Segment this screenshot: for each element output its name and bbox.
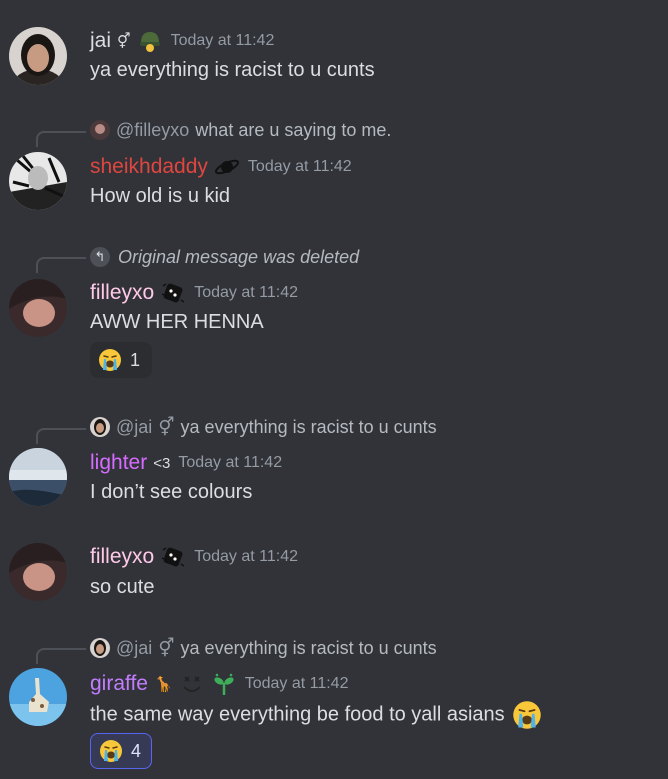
reply-avatar (90, 120, 110, 140)
username[interactable]: sheikhdaddy (90, 155, 208, 179)
crying-face-icon (99, 349, 121, 371)
timestamp: Today at 11:42 (178, 454, 283, 471)
avatar[interactable] (9, 152, 67, 210)
reply-username-suffix: ⚥ (158, 637, 175, 658)
reaction-count: 4 (131, 740, 142, 761)
username-emoji: 🦒 (154, 676, 173, 693)
planet-icon (214, 154, 240, 180)
reply-preview[interactable]: @filleyxo what are u saying to me. (90, 119, 391, 141)
message-text: the same way everything be food to yall … (90, 703, 505, 726)
crying-face-icon (513, 701, 541, 729)
reply-username[interactable]: @jai (116, 638, 152, 659)
message-content: so cute (90, 576, 155, 598)
chat-message-list: jai ⚥ Today at 11:42 ya everything is ra… (0, 0, 668, 779)
reply-spine (36, 131, 86, 147)
reply-username[interactable]: @filleyxo (116, 120, 189, 141)
crying-face-icon (100, 740, 122, 762)
message-content: How old is u kid (90, 185, 231, 207)
reply-text: ya everything is racist to u cunts (180, 416, 437, 437)
reply-avatar (90, 638, 110, 658)
username-tag: <3 (153, 454, 171, 472)
reply-deleted-text: Original message was deleted (118, 246, 360, 267)
message-content: the same way everything be food to yall … (90, 700, 542, 730)
timestamp: Today at 11:42 (170, 32, 275, 49)
reply-avatar (90, 417, 110, 437)
username[interactable]: filleyxo (90, 545, 154, 569)
timestamp: Today at 11:42 (194, 548, 298, 565)
reply-username[interactable]: @jai (116, 417, 152, 438)
reply-preview[interactable]: @jai ⚥ ya everything is racist to u cunt… (90, 637, 437, 659)
avatar[interactable] (9, 668, 67, 726)
message-content: AWW HER HENNA (90, 311, 264, 333)
reply-spine (36, 428, 86, 444)
reply-text: what are u saying to me. (195, 119, 392, 140)
message-content: I don’t see colours (90, 481, 253, 503)
timestamp: Today at 11:42 (247, 158, 352, 175)
username[interactable]: giraffe (90, 672, 148, 696)
reply-spine (36, 257, 86, 273)
plant-icon (211, 671, 237, 697)
avatar[interactable] (9, 543, 67, 601)
avatar[interactable] (9, 448, 67, 506)
timestamp: Today at 11:42 (194, 284, 298, 301)
skull-face-icon (179, 671, 205, 697)
timestamp: Today at 11:42 (244, 675, 349, 692)
reply-spine (36, 648, 86, 664)
avatar[interactable] (9, 279, 67, 337)
avatar[interactable] (9, 27, 67, 85)
dice-icon (160, 280, 186, 306)
reaction-count: 1 (130, 349, 141, 370)
dice-icon (160, 544, 186, 570)
reply-username-suffix: ⚥ (158, 416, 175, 437)
username[interactable]: lighter (90, 451, 147, 475)
reply-arrow-icon: ↰ (90, 247, 110, 267)
message-content: ya everything is racist to u cunts (90, 59, 375, 81)
username-suffix: ⚥ (117, 33, 131, 50)
username[interactable]: jai (90, 29, 111, 53)
reply-preview[interactable]: @jai ⚥ ya everything is racist to u cunt… (90, 416, 437, 438)
reaction-crying-face[interactable]: 1 (90, 342, 152, 378)
username[interactable]: filleyxo (90, 281, 154, 305)
reply-preview[interactable]: ↰ Original message was deleted (90, 246, 359, 268)
reaction-crying-face[interactable]: 4 (90, 733, 152, 769)
helmet-icon (137, 28, 163, 54)
reply-text: ya everything is racist to u cunts (180, 637, 437, 658)
